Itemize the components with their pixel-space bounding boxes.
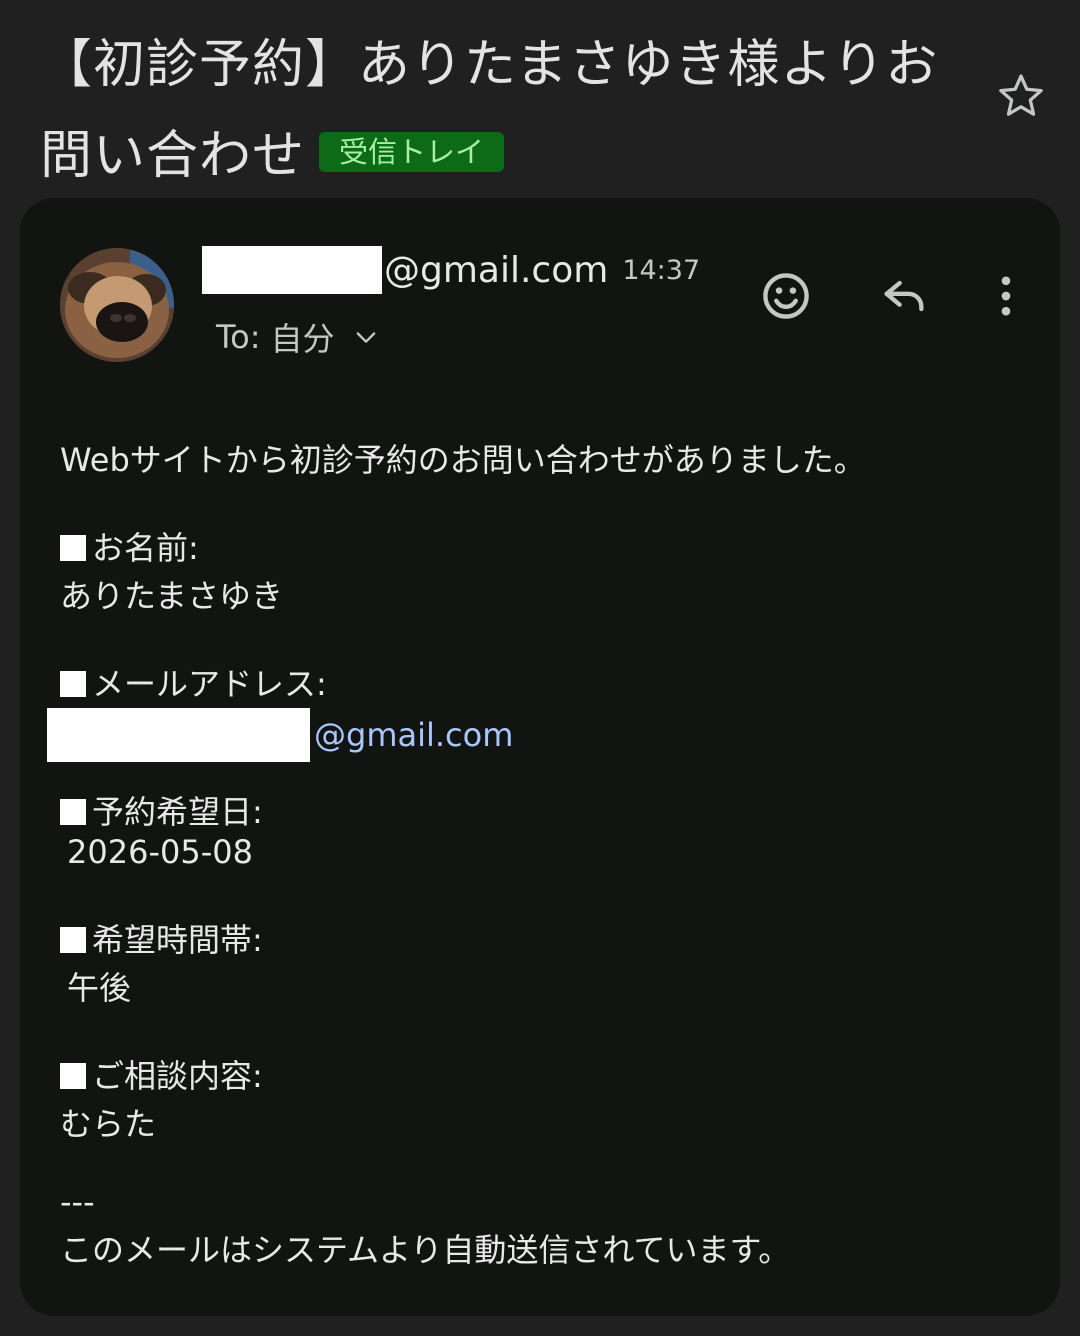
square-bullet-icon — [60, 1063, 86, 1089]
square-bullet-icon — [60, 671, 86, 697]
add-reaction-icon — [763, 273, 809, 319]
star-icon[interactable] — [995, 70, 1047, 122]
message-time: 14:37 — [622, 254, 701, 286]
consult-value: むらた — [60, 1105, 157, 1143]
to-value: 自分 — [270, 320, 335, 358]
reply-button[interactable] — [876, 268, 932, 324]
consult-heading: ご相談内容: — [60, 1054, 263, 1098]
sender-email-domain: @gmail.com — [384, 249, 609, 291]
message-card: @gmail.com 14:37 To: 自分 Webサイトから初診予約のお問い… — [20, 198, 1060, 1316]
redacted-sender-name — [202, 246, 382, 294]
email-view: 【初診予約】ありたまさゆき様よりお問い合わせ 受信トレイ @gmail.com 1… — [0, 0, 1080, 1336]
name-label: お名前: — [92, 529, 199, 567]
more-vert-icon — [1001, 276, 1011, 316]
name-heading: お名前: — [60, 526, 199, 570]
separator: --- — [60, 1183, 95, 1221]
email-subject: 【初診予約】ありたまさゆき様よりお問い合わせ 受信トレイ — [40, 18, 970, 200]
sender-line[interactable]: @gmail.com 14:37 — [202, 242, 700, 298]
reply-icon — [884, 280, 924, 312]
chevron-down-icon — [357, 332, 376, 343]
date-label: 予約希望日: — [92, 793, 263, 831]
time-value: 午後 — [67, 969, 132, 1007]
avatar[interactable] — [60, 248, 174, 362]
recipient-toggle[interactable]: To: 自分 — [216, 312, 380, 362]
date-heading: 予約希望日: — [60, 790, 263, 834]
square-bullet-icon — [60, 799, 86, 825]
square-bullet-icon — [60, 927, 86, 953]
name-value: ありたまさゆき — [60, 577, 284, 615]
more-options-button[interactable] — [978, 268, 1034, 324]
inbox-label-chip[interactable]: 受信トレイ — [319, 132, 505, 172]
time-heading: 希望時間帯: — [60, 918, 263, 962]
redacted-email-local-part — [47, 708, 310, 762]
square-bullet-icon — [60, 535, 86, 561]
add-reaction-button[interactable] — [758, 268, 814, 324]
consult-label: ご相談内容: — [92, 1057, 263, 1095]
email-link[interactable]: @gmail.com — [314, 716, 513, 754]
footer-text: このメールはシステムより自動送信されています。 — [60, 1231, 791, 1269]
to-label: To: — [216, 318, 261, 356]
email-address[interactable]: @gmail.com — [47, 708, 513, 762]
intro-text: Webサイトから初診予約のお問い合わせがありました。 — [60, 441, 866, 479]
email-label: メールアドレス: — [92, 665, 327, 703]
date-value: 2026-05-08 — [67, 833, 253, 871]
time-label: 希望時間帯: — [92, 921, 263, 959]
email-heading: メールアドレス: — [60, 662, 327, 706]
